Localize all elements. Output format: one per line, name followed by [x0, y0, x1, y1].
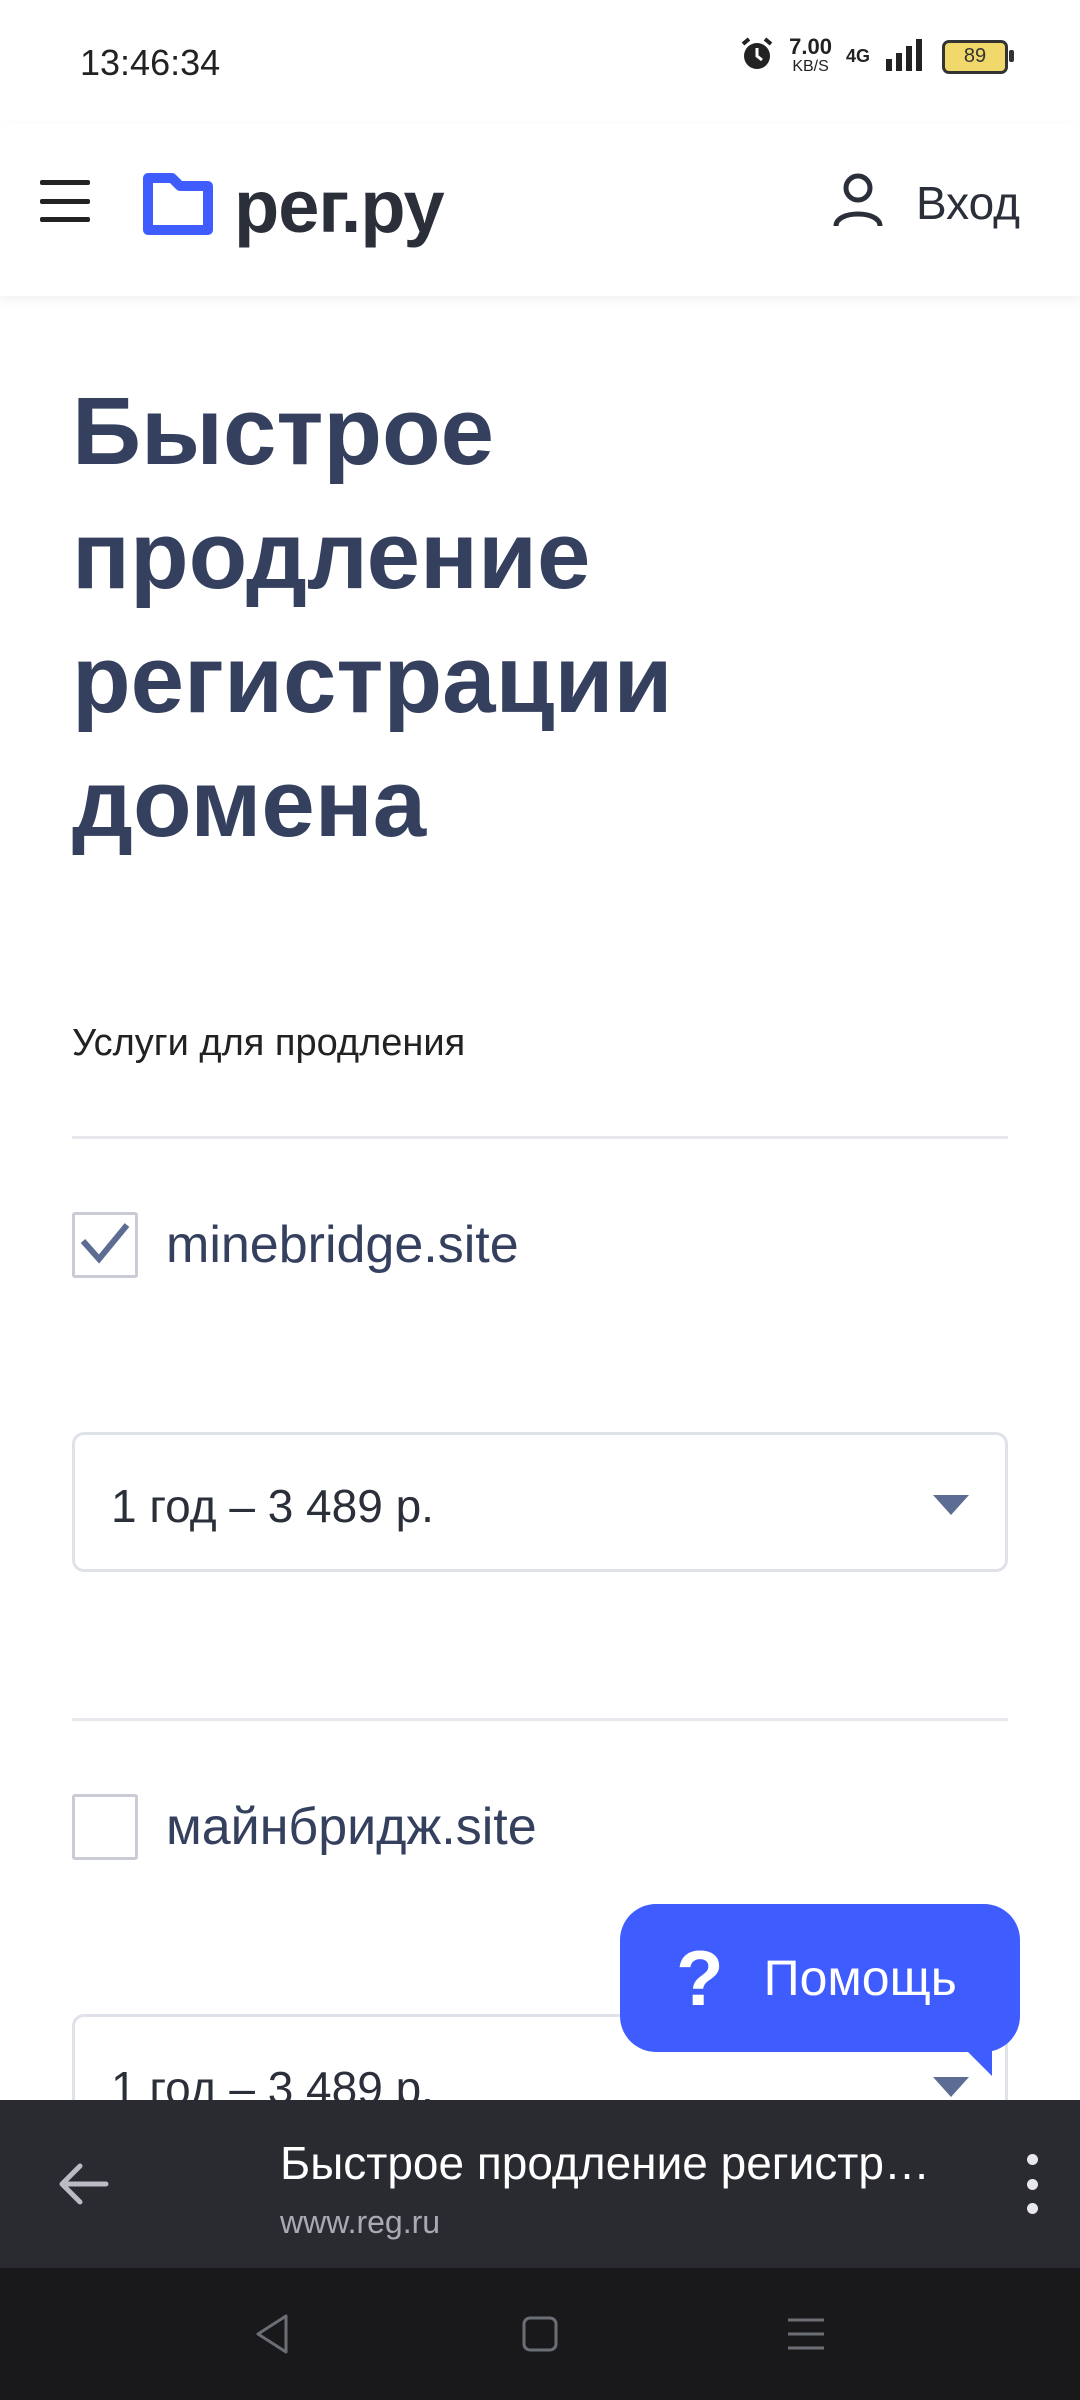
user-icon — [832, 172, 884, 233]
service-row-2[interactable]: майнбридж.site — [72, 1794, 537, 1860]
help-button[interactable]: ? Помощь — [620, 1904, 1020, 2076]
site-header: рег.ру Вход — [0, 124, 1080, 296]
checkbox-unchecked[interactable] — [72, 1794, 138, 1860]
question-icon: ? — [676, 1933, 724, 2022]
domain-name: minebridge.site — [166, 1216, 519, 1274]
more-vert-icon[interactable] — [1020, 2154, 1044, 2214]
checkbox-checked[interactable] — [72, 1212, 138, 1278]
logo-text: рег.ру — [234, 165, 445, 248]
divider — [72, 1136, 1008, 1139]
status-bar: 13:46:34 7.00 KB/S 4G 89 — [0, 0, 1080, 124]
login-button[interactable]: Вход — [832, 172, 1020, 233]
status-icons: 7.00 KB/S 4G 89 — [739, 33, 1014, 77]
login-label: Вход — [915, 176, 1020, 229]
signal-icon — [884, 37, 928, 76]
period-select[interactable]: 1 год – 3 489 р. — [72, 1432, 1008, 1572]
network-type: 4G — [845, 46, 870, 66]
speed-unit: KB/S — [792, 57, 829, 75]
chevron-down-icon — [933, 1495, 969, 1515]
nav-home-icon[interactable] — [520, 2312, 560, 2361]
menu-icon[interactable] — [40, 180, 90, 222]
nav-recents-icon[interactable] — [786, 2312, 826, 2361]
status-time: 13:46:34 — [80, 42, 221, 83]
chevron-down-icon — [933, 2077, 969, 2097]
service-row-1[interactable]: minebridge.site — [72, 1212, 519, 1278]
section-label: Услуги для продления — [72, 1022, 466, 1064]
alarm-icon — [739, 36, 775, 77]
domain-name: майнбридж.site — [166, 1798, 537, 1856]
back-arrow-icon[interactable] — [52, 2152, 116, 2221]
period-select-value: 1 год – 3 489 р. — [111, 1480, 434, 1532]
battery-level: 89 — [963, 45, 987, 67]
battery-icon: 89 — [942, 39, 1014, 74]
site-logo[interactable]: рег.ру — [142, 164, 445, 249]
browser-url[interactable]: www.reg.ru — [280, 2204, 440, 2241]
browser-bar: Быстрое продление регистрации домена www… — [0, 2100, 1080, 2268]
folder-logo-icon — [142, 172, 214, 241]
browser-tab-title[interactable]: Быстрое продление регистрации домена — [280, 2136, 950, 2190]
nav-back-icon[interactable] — [252, 2312, 292, 2361]
checkmark-icon — [79, 1221, 131, 1270]
speed-value: 7.00 — [789, 33, 832, 59]
page-title: Быстрое продление регистрации домена — [72, 378, 673, 857]
help-label: Помощь — [763, 1950, 957, 2006]
divider — [72, 1718, 1008, 1721]
network-speed: 7.00 KB/S — [789, 33, 832, 77]
system-nav-bar — [0, 2268, 1080, 2400]
